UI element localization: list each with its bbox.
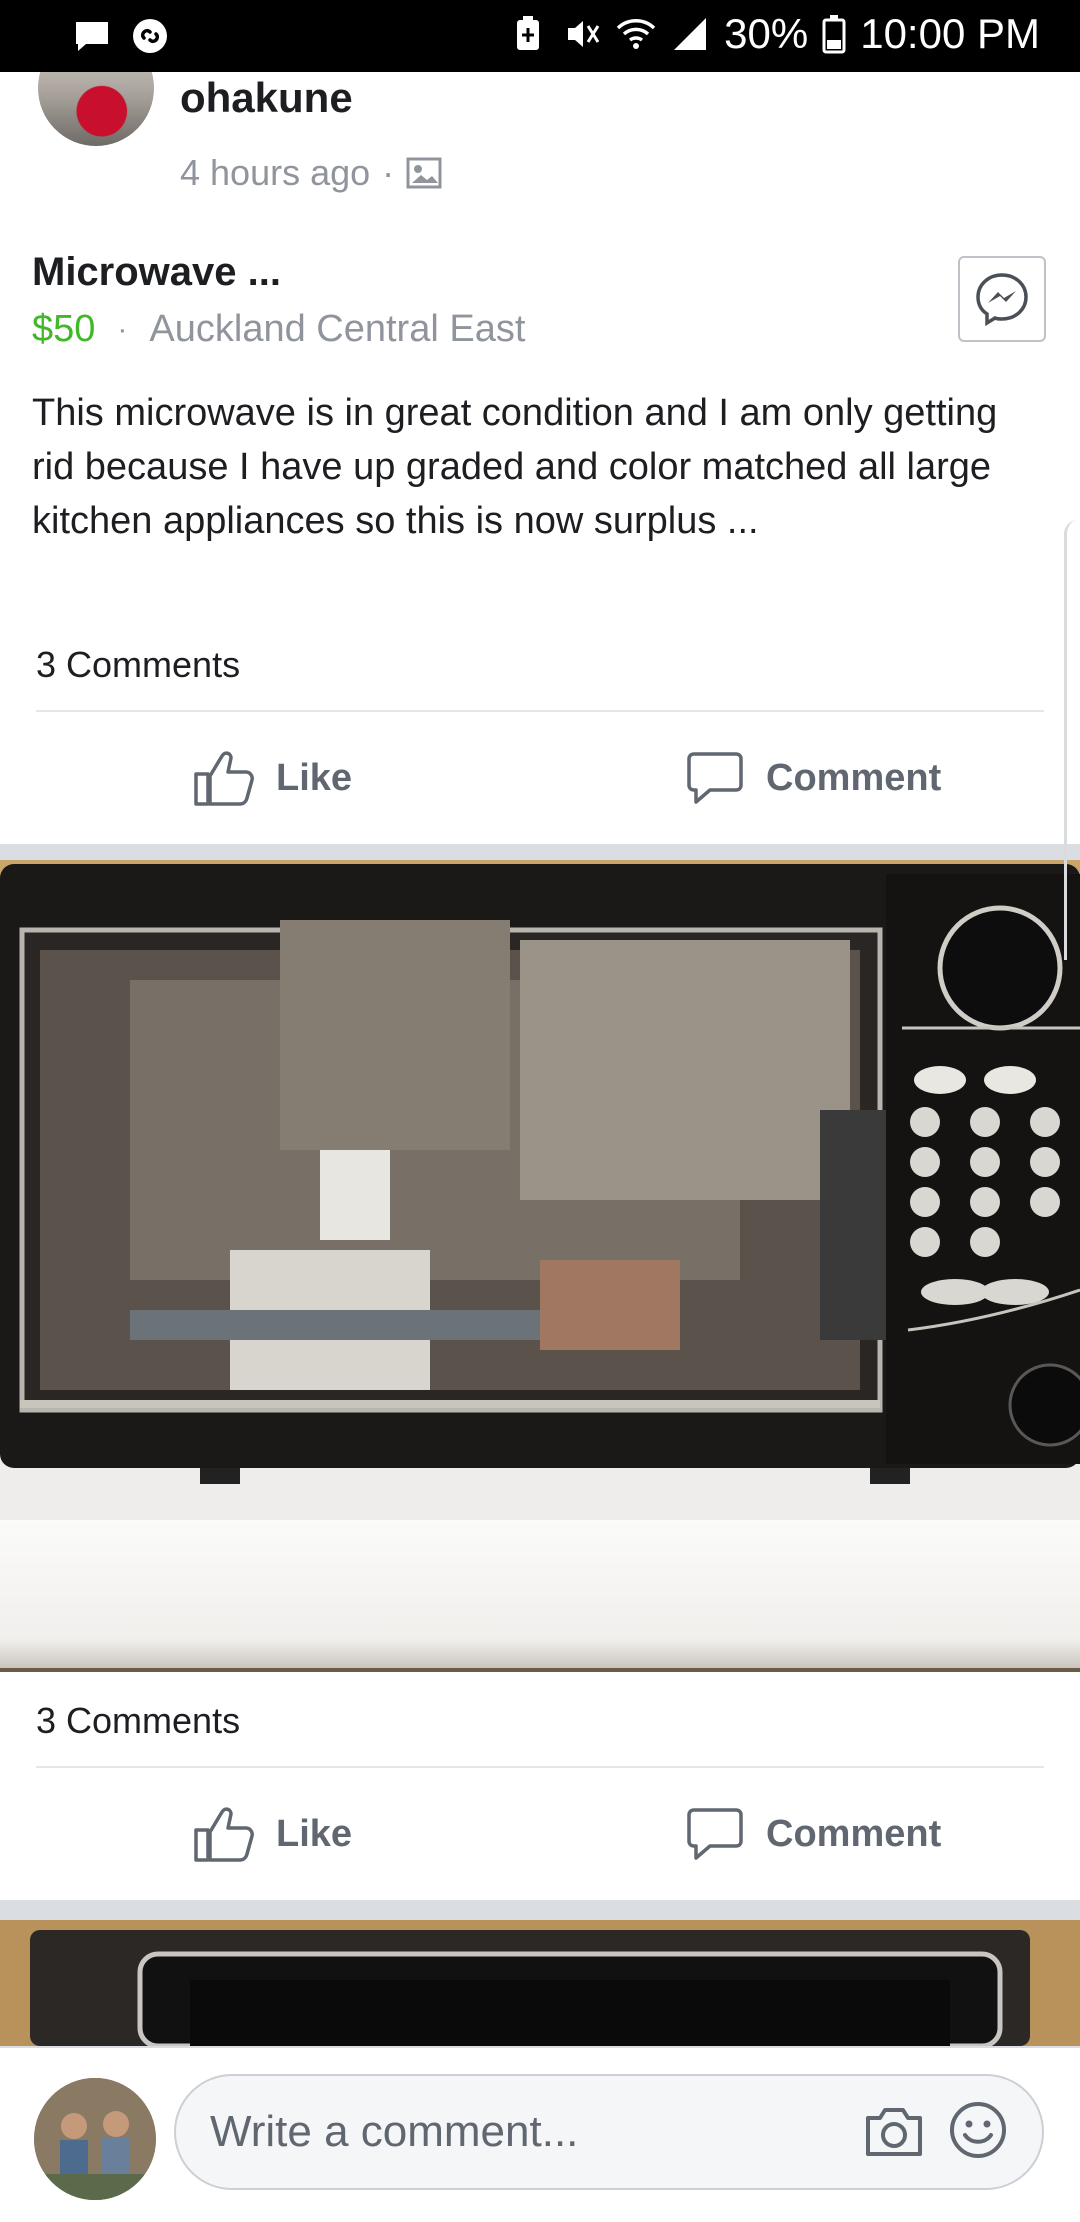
like-label: Like	[276, 756, 353, 799]
battery-saver-icon	[517, 16, 540, 50]
action-bar: Like Comment	[0, 718, 1080, 838]
price-separator: ·	[117, 312, 128, 346]
user-avatar[interactable]	[34, 2078, 156, 2200]
scrollbar[interactable]	[1064, 520, 1080, 960]
listing-photo[interactable]	[0, 860, 1080, 1532]
price-line: $50 · Auckland Central East	[32, 308, 525, 351]
comment-icon	[687, 752, 743, 804]
messenger-icon	[976, 273, 1028, 327]
status-right: 30% 10:00 PM	[508, 10, 1040, 58]
battery-percent: 30%	[724, 10, 809, 57]
meta-separator: ·	[382, 152, 395, 193]
listing-description: This microwave is in great condition and…	[32, 392, 998, 542]
mute-icon	[568, 21, 600, 47]
like-button[interactable]: Like	[192, 718, 352, 838]
divider	[36, 710, 1044, 712]
photo-edge	[0, 1668, 1080, 1672]
comments-count-2[interactable]: 3 Comments	[36, 1700, 240, 1742]
comment-button[interactable]: Comment	[686, 718, 941, 838]
comment-composer	[0, 2046, 1080, 2222]
post-author-line[interactable]: ohakune	[180, 74, 353, 122]
battery-icon	[822, 15, 846, 54]
microwave-interior-image	[0, 1920, 1080, 2046]
messenger-button[interactable]	[958, 256, 1046, 342]
comment-button-2[interactable]: Comment	[686, 1774, 941, 1894]
action-bar-2: Like Comment	[0, 1774, 1080, 1894]
wifi-icon	[616, 19, 656, 49]
listing-location: Auckland Central East	[149, 308, 526, 350]
camera-icon[interactable]	[862, 2104, 926, 2160]
photo-icon	[406, 157, 442, 189]
divider-2	[36, 1766, 1044, 1768]
like-icon	[194, 1807, 254, 1862]
status-bar: 30% 10:00 PM	[0, 0, 1080, 72]
listing-price: $50	[32, 308, 96, 350]
feed-separator-2	[0, 1900, 1080, 1920]
post-time[interactable]: 4 hours ago	[180, 152, 370, 194]
comment-icon	[687, 1808, 743, 1860]
clock: 10:00 PM	[860, 10, 1040, 57]
listing-title[interactable]: Microwave ...	[32, 250, 281, 295]
listing-photo-2[interactable]	[0, 1920, 1080, 2046]
comment-label: Comment	[766, 756, 942, 799]
like-button-2[interactable]: Like	[192, 1774, 352, 1894]
comment-label: Comment	[766, 1812, 942, 1855]
like-label: Like	[276, 1812, 353, 1855]
smile-icon[interactable]	[948, 2100, 1008, 2160]
post-meta: 4 hours ago ·	[180, 152, 442, 194]
signal-icon	[674, 18, 707, 50]
message-icon	[76, 22, 108, 51]
feed-separator	[0, 844, 1080, 860]
microwave-image	[0, 860, 1080, 1532]
photo-continuation	[0, 1520, 1080, 1670]
shazam-icon	[133, 19, 167, 53]
like-icon	[194, 751, 254, 806]
comments-count[interactable]: 3 Comments	[36, 644, 240, 686]
user-avatar-image	[34, 2078, 156, 2200]
status-left	[72, 16, 170, 56]
